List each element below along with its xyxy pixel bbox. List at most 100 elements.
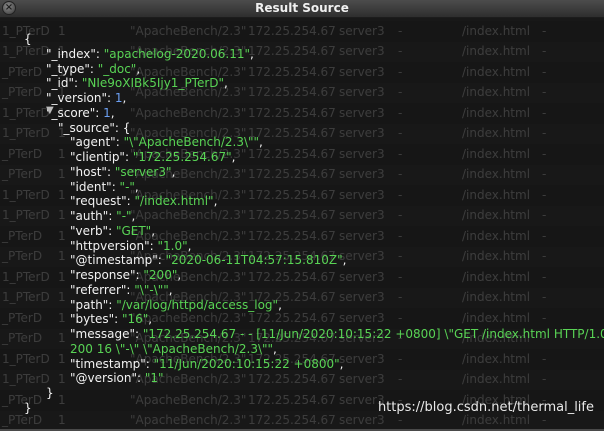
json-source-field: "path": "/var/log/httpd/access_log", bbox=[70, 298, 282, 313]
continuation: 200 16 \"-\" \"ApacheBench/2.3\"" bbox=[70, 341, 274, 356]
punctuation: : bbox=[115, 135, 124, 150]
value: "2020-06-11T04:57:15.810Z" bbox=[165, 253, 343, 268]
key: "_type" bbox=[46, 61, 90, 76]
key: "message" bbox=[70, 327, 135, 341]
value: "\"-\"" bbox=[134, 282, 169, 297]
punctuation: , bbox=[250, 46, 254, 61]
key: "path" bbox=[70, 297, 109, 312]
json-source-field: "@timestamp": "2020-06-11T04:57:15.810Z"… bbox=[70, 253, 346, 268]
punctuation: , bbox=[259, 135, 263, 150]
punctuation: , bbox=[278, 297, 282, 312]
punctuation: , bbox=[177, 268, 182, 282]
key: "_version" bbox=[46, 91, 107, 105]
key: "request" bbox=[70, 194, 127, 209]
key: "ident" bbox=[70, 179, 112, 194]
punctuation: : bbox=[124, 150, 133, 164]
json-source-field-continuation: 200 16 \"-\" \"ApacheBench/2.3\"", bbox=[70, 342, 277, 357]
title-bar: × Result Source bbox=[0, 0, 604, 18]
json-source-field: "auth": "-", bbox=[70, 209, 135, 224]
value: 1 bbox=[103, 105, 111, 120]
json-source-field: "bytes": "16", bbox=[70, 312, 152, 327]
key: "_id" bbox=[46, 76, 74, 91]
key: "clientip" bbox=[70, 150, 125, 164]
punctuation: , bbox=[171, 164, 176, 179]
json-source-field: "clientip": "172.25.254.67", bbox=[70, 150, 235, 165]
json-field: "_version": 1, bbox=[46, 91, 126, 106]
json-source-key: "_source": { bbox=[58, 121, 130, 136]
punctuation: , bbox=[342, 253, 347, 268]
result-source-dialog: × Result Source {"_index": "apachelog-20… bbox=[0, 0, 604, 429]
json-open-brace: { bbox=[24, 32, 32, 47]
punctuation: , bbox=[131, 209, 136, 223]
json-source-view: {"_index": "apachelog-2020.06.11", "_type… bbox=[0, 18, 604, 429]
json-source-close: } bbox=[46, 386, 54, 401]
json-source-field: "ident": "-", bbox=[70, 180, 139, 195]
punctuation: : bbox=[107, 91, 115, 105]
punctuation: : bbox=[108, 223, 116, 238]
value: 1 bbox=[114, 91, 123, 105]
json-source-field: "host": "server3", bbox=[70, 165, 175, 180]
value: "172.25.254.67 - - [11/Jun/2020:10:15:22… bbox=[142, 327, 604, 341]
json-source-field: "agent": "\"ApacheBench/2.3\"", bbox=[70, 135, 263, 150]
punctuation: , bbox=[273, 341, 277, 356]
value: "-" bbox=[119, 179, 135, 194]
key: "agent" bbox=[70, 135, 116, 150]
value: "/index.html" bbox=[134, 194, 214, 209]
punctuation: : bbox=[134, 327, 143, 341]
value: "-" bbox=[116, 209, 132, 223]
key: "@timestamp" bbox=[70, 253, 158, 268]
value: "\"ApacheBench/2.3\"" bbox=[123, 135, 260, 150]
value: "200" bbox=[143, 268, 178, 282]
json-field: "_score": 1, bbox=[46, 106, 115, 121]
key: "httpversion" bbox=[70, 238, 150, 253]
punctuation: : bbox=[108, 209, 117, 223]
value: "GET" bbox=[115, 223, 152, 238]
json-field: "_type": "_doc", bbox=[46, 62, 140, 77]
json-field: "_id": "NIe9oXIBk5Ijy1_PTerD", bbox=[46, 76, 228, 91]
punctuation: : bbox=[114, 312, 122, 327]
key: "timestamp" bbox=[70, 356, 146, 371]
punctuation: : bbox=[145, 356, 154, 371]
json-source-field: "message": "172.25.254.67 - - [11/Jun/20… bbox=[70, 327, 604, 342]
key: "auth" bbox=[70, 209, 109, 223]
punctuation: : bbox=[95, 46, 104, 61]
close-brace: } bbox=[24, 400, 32, 415]
punctuation: : bbox=[95, 105, 104, 120]
value: "1" bbox=[144, 371, 164, 386]
punctuation: : bbox=[111, 179, 120, 194]
key: "response" bbox=[70, 268, 136, 282]
json-source-field: "@version": "1" bbox=[70, 371, 164, 386]
key: "bytes" bbox=[70, 312, 115, 327]
value: "1.0" bbox=[157, 238, 188, 253]
collapse-triangle-icon[interactable]: ▼ bbox=[46, 105, 54, 116]
source-key: "_source" bbox=[58, 120, 115, 135]
json-source-field: "verb": "GET", bbox=[70, 224, 155, 239]
watermark: https://blog.csdn.net/thermal_life bbox=[377, 400, 594, 415]
punctuation: , bbox=[339, 356, 344, 371]
punctuation: : bbox=[157, 253, 166, 268]
punctuation: , bbox=[187, 238, 192, 253]
punctuation: , bbox=[134, 179, 139, 194]
punctuation: , bbox=[231, 150, 236, 164]
json-source-field: "request": "/index.html", bbox=[70, 194, 217, 209]
punctuation: , bbox=[110, 105, 115, 120]
punctuation: : bbox=[137, 371, 145, 386]
punctuation: , bbox=[122, 91, 127, 105]
punctuation: : bbox=[126, 194, 135, 209]
value: "server3" bbox=[114, 164, 172, 179]
punctuation: : { bbox=[114, 120, 131, 135]
json-source-field: "response": "200", bbox=[70, 268, 181, 283]
key: "_index" bbox=[46, 46, 96, 61]
punctuation: : bbox=[108, 297, 117, 312]
value: "172.25.254.67" bbox=[132, 150, 232, 164]
punctuation: , bbox=[168, 282, 173, 297]
key: "referrer" bbox=[70, 282, 127, 297]
value: "NIe9oXIBk5Ijy1_PTerD" bbox=[81, 76, 225, 91]
json-source-field: "referrer": "\"-\"", bbox=[70, 283, 173, 298]
punctuation: , bbox=[148, 312, 153, 327]
window-title: Result Source bbox=[255, 1, 349, 15]
json-source-field: "httpversion": "1.0", bbox=[70, 239, 191, 254]
punctuation: , bbox=[213, 194, 218, 209]
punctuation: : bbox=[106, 164, 115, 179]
punctuation: , bbox=[136, 61, 141, 76]
